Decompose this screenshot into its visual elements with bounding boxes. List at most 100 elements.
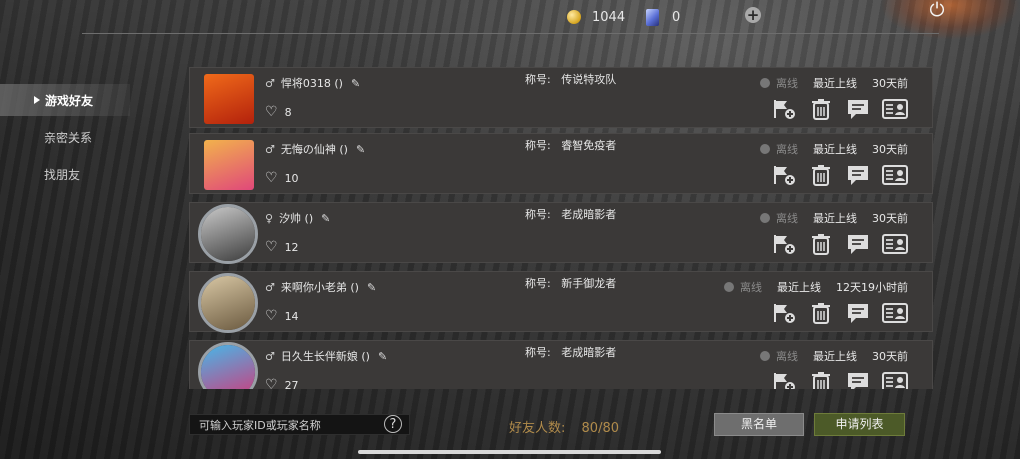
friend-actions	[761, 163, 909, 187]
heart-icon: ♡	[265, 308, 278, 324]
offline-label: 离线	[776, 350, 798, 363]
status-dot-icon	[760, 213, 770, 223]
friend-name-line: ♂ 悍将0318 () ✎	[265, 75, 360, 91]
coin-icon	[567, 10, 581, 24]
friend-name: 汐帅 ()	[279, 212, 314, 225]
intimacy-line: ♡ 10	[265, 170, 299, 186]
friend-title: 称号: 老成暗影者	[525, 206, 616, 222]
intimacy-line: ♡ 14	[265, 308, 299, 324]
edit-pencil-icon[interactable]: ✎	[351, 77, 360, 90]
friend-count-label: 好友人数:	[509, 421, 566, 436]
blacklist-button[interactable]: 黑名单	[714, 413, 804, 436]
offline-label: 离线	[776, 143, 798, 156]
plus-icon[interactable]: +	[745, 7, 761, 23]
friend-name-line: ♂ 日久生长伴新娘 () ✎	[265, 348, 387, 364]
last-online-label: 最近上线	[813, 212, 857, 225]
add-friend-icon[interactable]	[770, 163, 798, 187]
last-online-label: 最近上线	[813, 143, 857, 156]
online-status: 离线 最近上线 12天19小时前	[724, 279, 908, 295]
title-value: 老成暗影者	[561, 208, 617, 221]
intimacy-value: 14	[284, 309, 299, 323]
power-icon[interactable]: ⏻	[927, 0, 947, 20]
status-dot-icon	[760, 351, 770, 361]
trash-icon[interactable]	[807, 163, 835, 187]
friend-actions	[761, 370, 909, 389]
trash-icon[interactable]	[807, 301, 835, 325]
chat-icon[interactable]	[844, 163, 872, 187]
search-input[interactable]: 可输入玩家ID或玩家名称	[189, 414, 410, 435]
profile-card-icon[interactable]	[881, 370, 909, 389]
last-online-value: 30天前	[872, 143, 908, 156]
offline-label: 离线	[740, 281, 762, 294]
profile-card-icon[interactable]	[881, 232, 909, 256]
friend-row[interactable]: ♀ 汐帅 () ✎ ♡ 12 称号: 老成暗影者 离线 最近上线 30天前	[189, 202, 933, 264]
title-value: 传说特攻队	[561, 73, 617, 86]
title-label: 称号:	[525, 277, 551, 290]
trash-icon[interactable]	[807, 97, 835, 121]
online-status: 离线 最近上线 30天前	[760, 348, 908, 364]
profile-card-icon[interactable]	[881, 301, 909, 325]
add-friend-icon[interactable]	[770, 97, 798, 121]
friend-title: 称号: 传说特攻队	[525, 71, 616, 87]
card-amount: 0	[672, 9, 681, 25]
avatar[interactable]	[204, 140, 254, 190]
friend-row[interactable]: ♂ 无悔の仙神 () ✎ ♡ 10 称号: 睿智免疫者 离线 最近上线 30天前	[189, 133, 933, 194]
home-indicator[interactable]	[358, 450, 661, 454]
coin-amount: 1044	[592, 9, 626, 25]
trash-icon[interactable]	[807, 370, 835, 389]
heart-icon: ♡	[265, 377, 278, 389]
friend-name-line: ♀ 汐帅 () ✎	[265, 210, 330, 226]
online-status: 离线 最近上线 30天前	[760, 141, 908, 157]
sidebar-item-game-friends[interactable]: 游戏好友	[0, 84, 130, 116]
last-online-label: 最近上线	[813, 77, 857, 90]
add-friend-icon[interactable]	[770, 301, 798, 325]
edit-pencil-icon[interactable]: ✎	[367, 281, 376, 294]
profile-card-icon[interactable]	[881, 163, 909, 187]
heart-icon: ♡	[265, 239, 278, 255]
last-online-label: 最近上线	[777, 281, 821, 294]
avatar[interactable]	[201, 207, 255, 261]
edit-pencil-icon[interactable]: ✎	[356, 143, 365, 156]
chat-icon[interactable]	[844, 370, 872, 389]
status-dot-icon	[724, 282, 734, 292]
add-friend-icon[interactable]	[770, 370, 798, 389]
add-friend-icon[interactable]	[770, 232, 798, 256]
sidebar-item-intimate[interactable]: 亲密关系	[0, 121, 130, 153]
friend-name: 悍将0318 ()	[280, 77, 343, 90]
friend-title: 称号: 睿智免疫者	[525, 137, 616, 153]
profile-card-icon[interactable]	[881, 97, 909, 121]
gender-icon: ♂	[265, 280, 275, 294]
last-online-value: 30天前	[872, 212, 908, 225]
title-label: 称号:	[525, 73, 551, 86]
friend-count-value: 80/80	[581, 421, 619, 436]
help-icon[interactable]: ?	[384, 415, 402, 433]
title-label: 称号:	[525, 139, 551, 152]
chat-icon[interactable]	[844, 301, 872, 325]
status-dot-icon	[760, 144, 770, 154]
apply-list-button[interactable]: 申请列表	[814, 413, 905, 436]
avatar[interactable]	[201, 276, 255, 330]
card-icon	[646, 8, 659, 26]
title-label: 称号:	[525, 346, 551, 359]
friend-name: 来啊你小老弟 ()	[280, 281, 359, 294]
coin-balance: 1044	[567, 6, 625, 28]
friend-row[interactable]: ♂ 来啊你小老弟 () ✎ ♡ 14 称号: 新手御龙者 离线 最近上线 12天…	[189, 271, 933, 333]
friend-row[interactable]: ♂ 悍将0318 () ✎ ♡ 8 称号: 传说特攻队 离线 最近上线 30天前	[189, 67, 933, 128]
title-value: 老成暗影者	[561, 346, 617, 359]
chat-icon[interactable]	[844, 97, 872, 121]
intimacy-line: ♡ 8	[265, 104, 292, 120]
friend-actions	[761, 97, 909, 121]
offline-label: 离线	[776, 212, 798, 225]
intimacy-value: 8	[284, 105, 292, 119]
trash-icon[interactable]	[807, 232, 835, 256]
friend-count: 好友人数: 80/80	[509, 417, 619, 436]
friend-list[interactable]: ♂ 悍将0318 () ✎ ♡ 8 称号: 传说特攻队 离线 最近上线 30天前…	[189, 67, 933, 389]
friend-name: 日久生长伴新娘 ()	[280, 350, 370, 363]
friend-row[interactable]: ♂ 日久生长伴新娘 () ✎ ♡ 27 称号: 老成暗影者 离线 最近上线 30…	[189, 340, 933, 389]
edit-pencil-icon[interactable]: ✎	[321, 212, 330, 225]
chat-icon[interactable]	[844, 232, 872, 256]
sidebar-item-find-friends[interactable]: 找朋友	[0, 158, 130, 190]
edit-pencil-icon[interactable]: ✎	[378, 350, 387, 363]
gender-icon: ♂	[265, 349, 275, 363]
avatar[interactable]	[204, 74, 254, 124]
